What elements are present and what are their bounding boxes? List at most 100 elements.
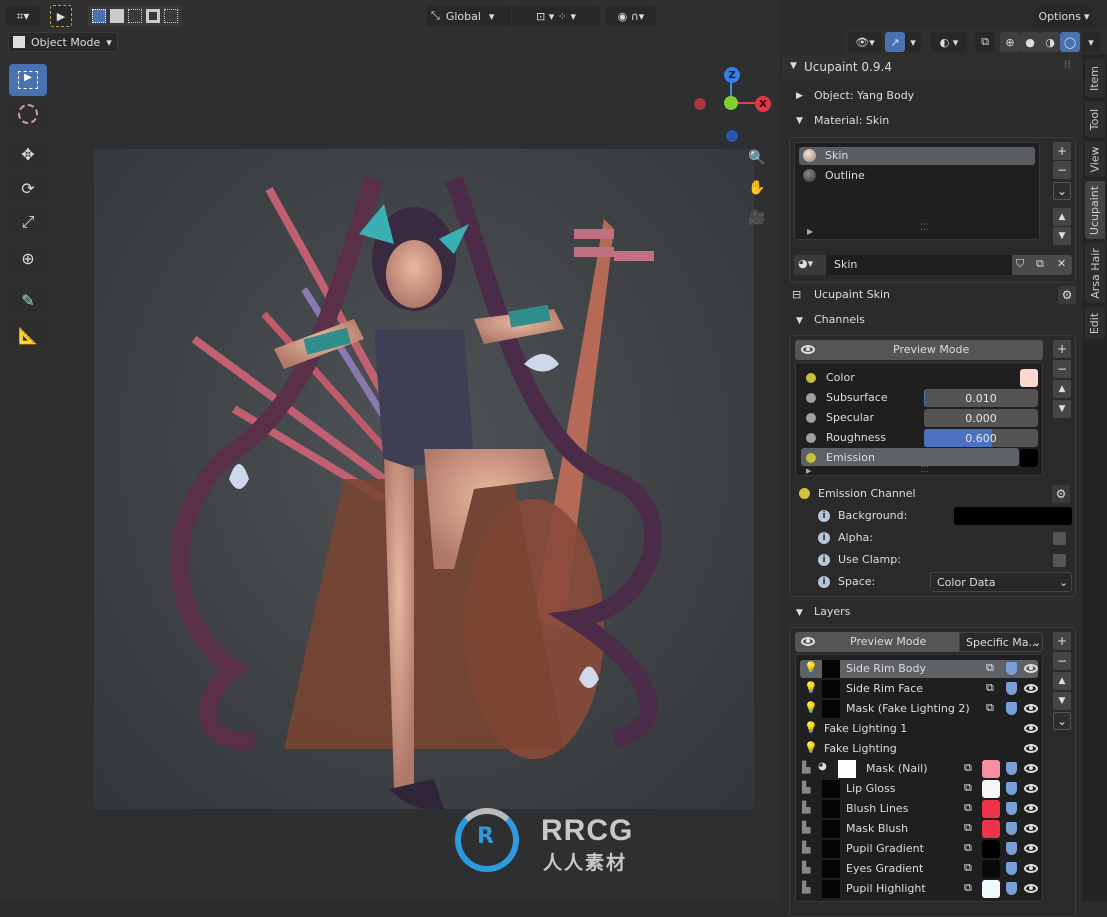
gizmo-toggle[interactable]: ↗	[885, 32, 905, 52]
channel-row-roughness[interactable]: Roughness 0.600	[796, 429, 1042, 447]
tool-rotate[interactable]: ⟳	[9, 172, 47, 204]
layers-filter-dropdown[interactable]: Specific Ma... ⌄	[959, 632, 1043, 652]
eye-icon[interactable]	[1024, 684, 1038, 693]
blend-stack-icon[interactable]: ⧉	[986, 681, 994, 695]
emission-channel-icon[interactable]	[799, 488, 810, 499]
blend-stack-icon[interactable]: ⧉	[964, 861, 972, 875]
paint-layer-icon[interactable]: ▙	[802, 821, 810, 834]
layers-header[interactable]: Layers	[814, 605, 850, 618]
layer-thumbnail[interactable]	[822, 880, 840, 898]
tool-measure[interactable]: 📐	[9, 319, 47, 351]
mask-icon[interactable]	[1006, 702, 1017, 715]
layer-color-swatch[interactable]	[982, 840, 1000, 858]
move-down-button[interactable]: ▼	[1053, 227, 1071, 245]
mask-icon[interactable]	[1006, 842, 1017, 855]
mask-icon[interactable]	[1006, 662, 1017, 675]
shading-wireframe[interactable]: ⊕	[1000, 32, 1020, 52]
tool-move[interactable]: ✥	[9, 138, 47, 170]
channels-preview-button[interactable]: Preview Mode	[795, 340, 1043, 360]
layer-row[interactable]: 💡 Side Rim Body ⧉	[796, 659, 1042, 679]
panel-header[interactable]: ▼ Ucupaint 0.9.4 ⁞⁞	[782, 55, 1082, 79]
paint-layer-icon[interactable]: ▙	[802, 881, 810, 894]
channel-move-up-button[interactable]: ▲	[1053, 380, 1071, 398]
navigation-gizmo[interactable]: Z X	[692, 64, 777, 149]
layer-color-swatch[interactable]	[982, 780, 1000, 798]
options-dropdown[interactable]: Options ▾	[1036, 6, 1092, 26]
eye-icon[interactable]	[1024, 824, 1038, 833]
overlay-toggle[interactable]: ◐ ▾	[931, 32, 967, 52]
collapse-triangle-icon[interactable]: ▼	[796, 116, 803, 126]
select-new-icon[interactable]	[92, 9, 106, 23]
mask-icon[interactable]	[1006, 862, 1017, 875]
tab-edit[interactable]: Edit	[1085, 307, 1105, 339]
mask-icon[interactable]	[1006, 802, 1017, 815]
tab-item[interactable]: Item	[1085, 59, 1105, 97]
layer-row[interactable]: ▙ Pupil Highlight ⧉	[796, 879, 1042, 899]
expand-triangle-icon[interactable]: ▶	[796, 91, 803, 101]
layer-color-swatch[interactable]	[982, 800, 1000, 818]
material-name-field[interactable]: Skin	[826, 255, 1012, 275]
layer-color-swatch[interactable]	[982, 860, 1000, 878]
channel-row-specular[interactable]: Specular 0.000	[796, 409, 1042, 427]
zoom-view-icon[interactable]: 🔍	[748, 150, 768, 170]
layer-thumbnail[interactable]	[822, 820, 840, 838]
light-bulb-icon[interactable]: 💡	[804, 701, 818, 714]
channel-value-field[interactable]: 0.000	[924, 409, 1038, 427]
material-browse-button[interactable]: ◕▾	[794, 255, 826, 275]
blend-stack-icon[interactable]: ⧉	[964, 801, 972, 815]
use-clamp-checkbox[interactable]	[1053, 554, 1066, 567]
layer-row[interactable]: ▙ Eyes Gradient ⧉	[796, 859, 1042, 879]
shading-rendered[interactable]: ◯	[1060, 32, 1080, 52]
material-label[interactable]: Material: Skin	[814, 114, 889, 127]
channel-color-swatch[interactable]	[1020, 369, 1038, 387]
gizmo-dropdown[interactable]: ▾	[905, 32, 921, 52]
gizmo-neg-x[interactable]	[694, 98, 706, 110]
channel-color-swatch[interactable]	[1020, 449, 1038, 467]
channel-row-subsurface[interactable]: Subsurface 0.010	[796, 389, 1042, 407]
remove-channel-button[interactable]: −	[1053, 360, 1071, 378]
eye-icon[interactable]	[1024, 804, 1038, 813]
layer-thumbnail[interactable]	[838, 760, 856, 778]
node-settings-button[interactable]: ⚙	[1058, 286, 1076, 304]
eye-icon[interactable]	[1024, 704, 1038, 713]
tab-view[interactable]: View	[1085, 141, 1105, 177]
alpha-checkbox[interactable]	[1053, 532, 1066, 545]
layer-thumbnail[interactable]	[822, 680, 840, 698]
emission-settings-button[interactable]: ⚙	[1052, 485, 1070, 503]
transform-orientation-dropdown[interactable]: ⤡ Global ▾	[427, 6, 511, 26]
material-item-outline[interactable]: Outline	[825, 169, 865, 182]
tab-tool[interactable]: Tool	[1085, 101, 1105, 137]
blend-stack-icon[interactable]: ⧉	[964, 821, 972, 835]
blend-stack-icon[interactable]: ⧉	[986, 661, 994, 675]
material-item-skin[interactable]: Skin	[825, 149, 848, 162]
list-options-triangle-icon[interactable]: ▶	[806, 467, 811, 475]
layer-move-up-button[interactable]: ▲	[1053, 672, 1071, 690]
layer-row[interactable]: 💡 Fake Lighting 1	[796, 719, 1042, 739]
mask-icon[interactable]	[1006, 682, 1017, 695]
list-options-triangle-icon[interactable]: ▶	[807, 227, 813, 236]
info-icon[interactable]: i	[818, 576, 830, 588]
layer-row[interactable]: 💡 Fake Lighting	[796, 739, 1042, 759]
gizmo-z[interactable]: Z	[724, 67, 740, 83]
background-color-field[interactable]	[954, 507, 1072, 525]
blend-stack-icon[interactable]: ⧉	[964, 781, 972, 795]
eye-icon[interactable]	[1024, 744, 1038, 753]
eye-icon[interactable]	[1024, 864, 1038, 873]
light-bulb-icon[interactable]: 💡	[804, 661, 818, 674]
layer-thumbnail[interactable]	[822, 860, 840, 878]
collapse-triangle-icon[interactable]: ▼	[796, 316, 803, 326]
layer-thumbnail[interactable]	[822, 800, 840, 818]
gizmo-neg-z[interactable]	[726, 130, 738, 142]
channel-move-down-button[interactable]: ▼	[1053, 400, 1071, 418]
object-label[interactable]: Object: Yang Body	[814, 89, 914, 102]
editor-type-button[interactable]: ⌗▾	[6, 6, 40, 26]
layer-row[interactable]: ▙ ◕ Mask (Nail) ⧉	[796, 759, 1042, 779]
material-specials-button[interactable]: ⌄	[1053, 182, 1071, 200]
list-resize-handle[interactable]: ⁚⁚⁚	[921, 465, 929, 474]
unlink-material-button[interactable]: ✕	[1052, 255, 1072, 275]
paint-layer-icon[interactable]: ▙	[802, 841, 810, 854]
channel-row-emission[interactable]: Emission	[796, 449, 1042, 467]
select-invert-icon[interactable]	[146, 9, 160, 23]
layer-thumbnail[interactable]	[822, 780, 840, 798]
select-extend-icon[interactable]	[110, 9, 124, 23]
